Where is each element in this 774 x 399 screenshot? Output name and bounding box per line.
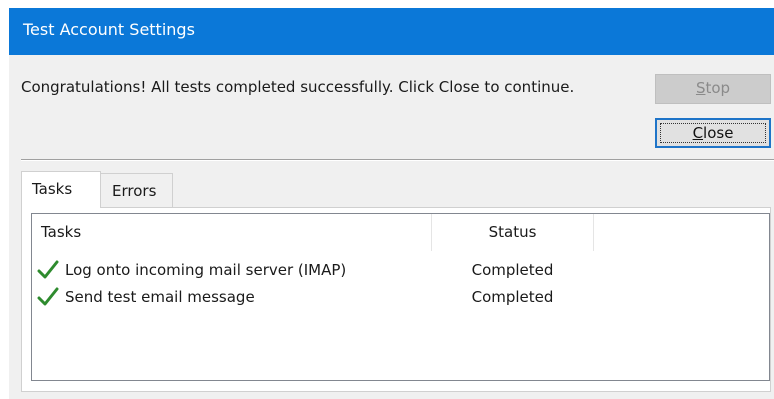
list-item[interactable]: Log onto incoming mail server (IMAP) Com… bbox=[32, 257, 769, 283]
status-message: Congratulations! All tests completed suc… bbox=[21, 78, 575, 96]
stop-button[interactable]: Stop bbox=[655, 74, 771, 104]
list-header: Tasks Status bbox=[32, 214, 769, 251]
tasks-list[interactable]: Tasks Status Log onto incoming mail serv… bbox=[31, 213, 770, 381]
task-status: Completed bbox=[471, 288, 554, 306]
tab-errors[interactable]: Errors bbox=[100, 173, 173, 208]
window-title: Test Account Settings bbox=[23, 20, 195, 39]
close-button-label: Close bbox=[692, 124, 734, 142]
checkmark-icon bbox=[37, 260, 59, 279]
tab-tasks-label: Tasks bbox=[32, 180, 73, 198]
column-header-status[interactable]: Status bbox=[432, 214, 594, 251]
stop-button-label: Stop bbox=[695, 79, 731, 97]
task-name: Send test email message bbox=[65, 288, 255, 306]
close-button[interactable]: Close bbox=[655, 118, 771, 148]
separator-line bbox=[21, 159, 774, 161]
column-header-tasks[interactable]: Tasks bbox=[32, 214, 432, 251]
tasks-tab-panel: Tasks Status Log onto incoming mail serv… bbox=[21, 207, 771, 392]
task-name: Log onto incoming mail server (IMAP) bbox=[65, 261, 347, 279]
title-bar[interactable]: Test Account Settings bbox=[9, 8, 774, 55]
tab-tasks[interactable]: Tasks bbox=[21, 171, 101, 208]
list-item[interactable]: Send test email message Completed bbox=[32, 284, 769, 310]
task-status: Completed bbox=[471, 261, 554, 279]
tab-errors-label: Errors bbox=[112, 182, 157, 200]
test-account-settings-dialog: Test Account Settings Congratulations! A… bbox=[9, 8, 774, 399]
checkmark-icon bbox=[37, 287, 59, 306]
